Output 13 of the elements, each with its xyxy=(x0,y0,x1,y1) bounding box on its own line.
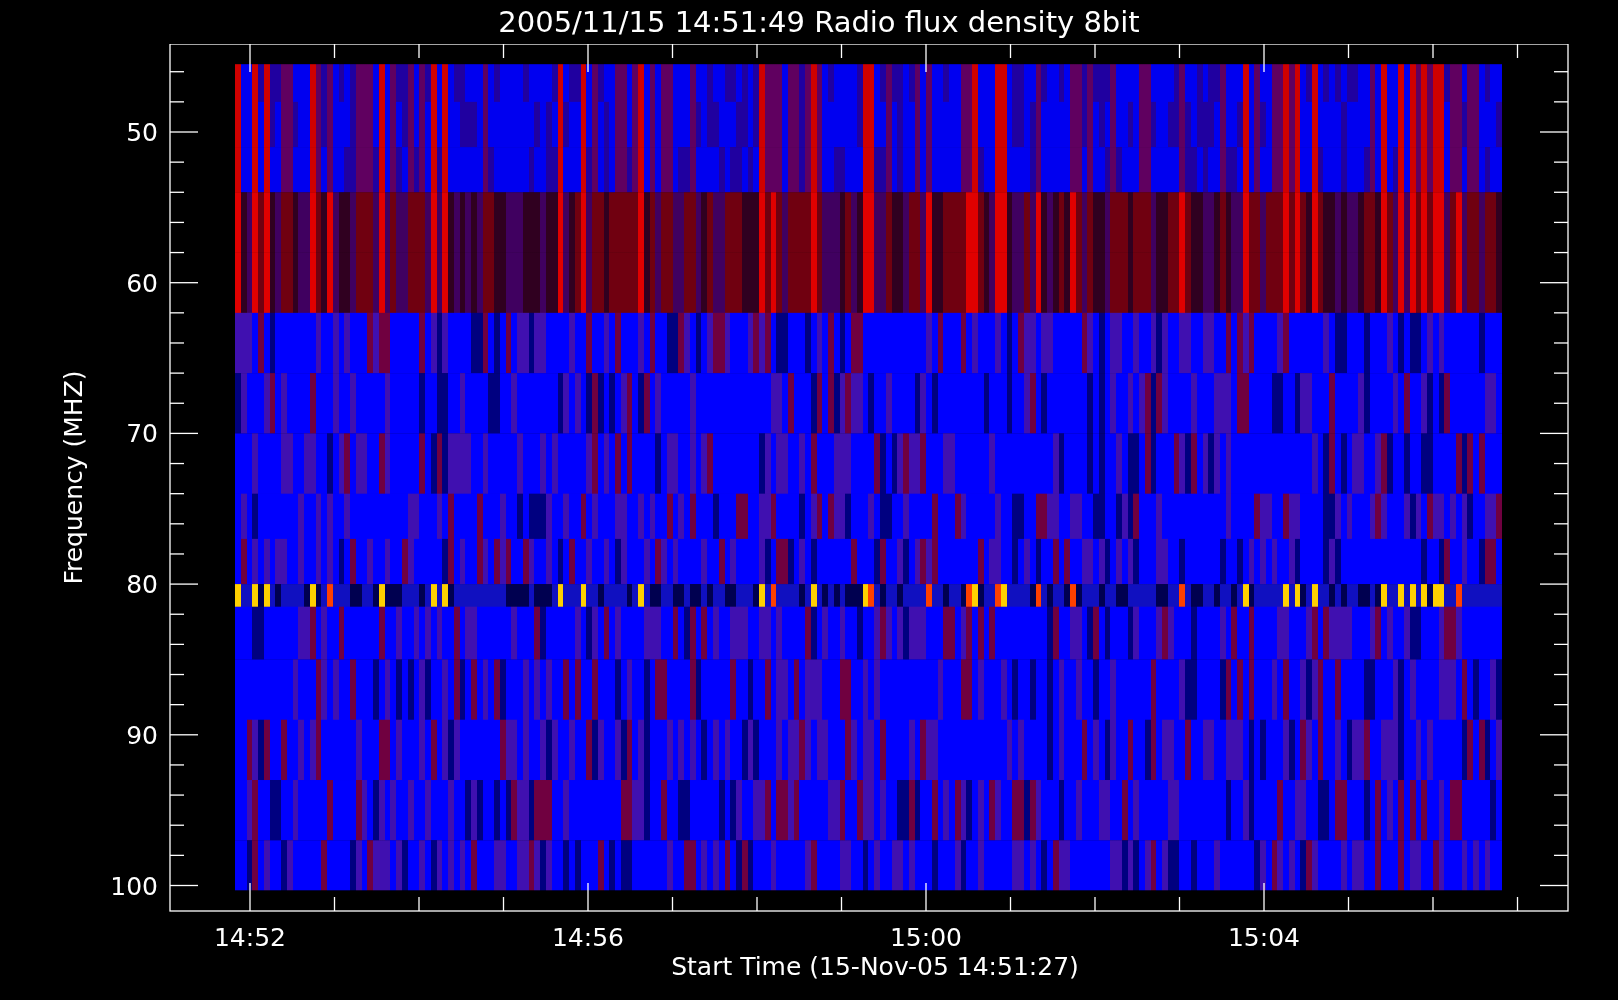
chart-title: 2005/11/15 14:51:49 Radio flux density 8bit xyxy=(497,5,1140,39)
y-tick-label: 60 xyxy=(126,268,158,298)
y-tick-label: 100 xyxy=(110,871,158,901)
x-tick-label: 15:04 xyxy=(1228,923,1300,952)
y-tick-label: 80 xyxy=(126,570,158,600)
x-tick-label: 15:00 xyxy=(890,923,962,952)
y-axis-label: Frequency (MHZ) xyxy=(59,370,88,585)
y-tick-label: 90 xyxy=(126,720,158,750)
x-tick-label: 14:52 xyxy=(214,923,286,952)
y-tick-label: 70 xyxy=(126,419,158,449)
x-axis-label: Start Time (15-Nov-05 14:51:27) xyxy=(671,952,1079,981)
x-tick-label: 14:56 xyxy=(552,923,624,952)
y-tick-label: 50 xyxy=(126,118,158,147)
